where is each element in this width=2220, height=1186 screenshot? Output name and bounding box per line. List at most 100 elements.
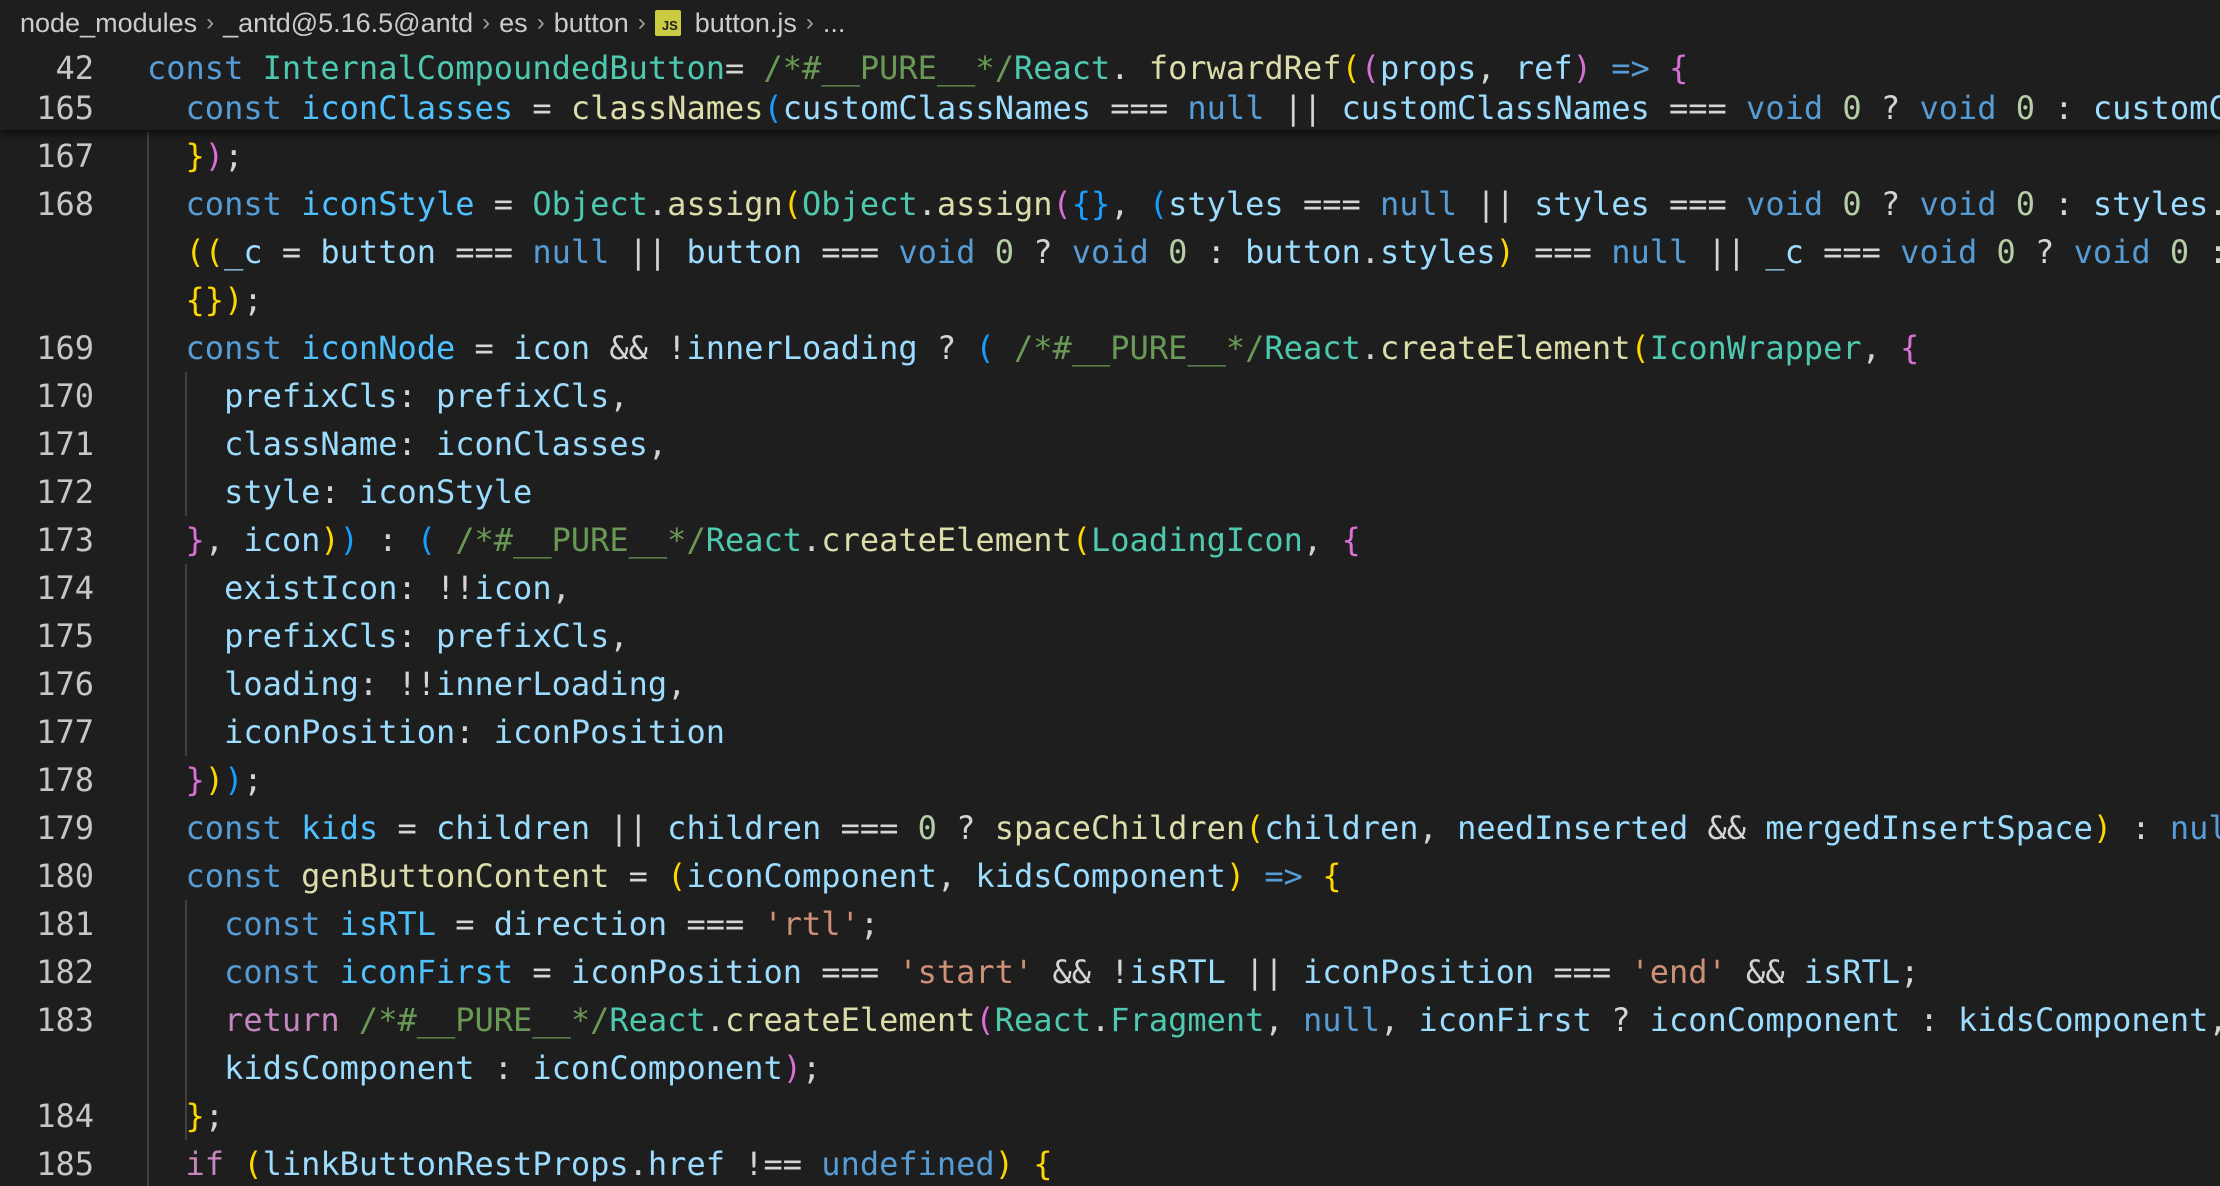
code-token: children (667, 809, 822, 847)
line-number: 178 (36, 761, 94, 799)
code-token: ) (320, 521, 340, 559)
code-line[interactable]: 179 const kids = children || children ==… (0, 804, 2220, 852)
code-token: { (1668, 49, 1689, 87)
code-token: , (609, 617, 629, 655)
code-token: . (802, 521, 822, 559)
code-token: : (1900, 1001, 1958, 1039)
code-token: null (1302, 1001, 1380, 1039)
code-line[interactable]: 183 return /*#__PURE__*/React.createElem… (0, 996, 2220, 1044)
code-line[interactable]: 42 const InternalCompoundedButton= /*#__P… (0, 48, 2220, 88)
code-token: innerLoading (435, 665, 668, 703)
code-token: createElement (724, 1001, 976, 1039)
code-token: && ! (590, 329, 687, 367)
breadcrumb-item[interactable]: button (554, 8, 629, 39)
code-token: : (2112, 809, 2170, 847)
code-token: 0 (1168, 233, 1188, 271)
code-line[interactable]: 172 style: iconStyle (0, 468, 2220, 516)
code-token: void (1746, 89, 1843, 127)
code-token: : (397, 425, 436, 463)
code-line[interactable]: 184 }; (0, 1092, 2220, 1140)
code-text: style: iconStyle (147, 468, 532, 516)
code-token: || (1457, 185, 1535, 223)
code-token: kidsComponent (1957, 1001, 2209, 1039)
line-number: 168 (36, 185, 94, 223)
code-token: ? (1861, 89, 1920, 127)
code-line[interactable]: {}); (0, 276, 2220, 324)
code-token: _c (224, 233, 263, 271)
code-line[interactable]: 176 loading: !!innerLoading, (0, 660, 2220, 708)
code-line[interactable]: 180 const genButtonContent = (iconCompon… (0, 852, 2220, 900)
code-token: ? (1861, 185, 1920, 223)
code-text: loading: !!innerLoading, (147, 660, 686, 708)
code-token: === (435, 233, 533, 271)
chevron-right-icon: › (482, 9, 491, 36)
code-token: loading (224, 665, 359, 703)
code-token: createElement (821, 521, 1072, 559)
code-token: void (1900, 233, 1997, 271)
code-text: prefixCls: prefixCls, (147, 372, 629, 420)
code-editor[interactable]: 42 const InternalCompoundedButton= /*#__P… (0, 48, 2220, 1186)
code-line[interactable]: 168 const iconStyle = Object.assign(Obje… (0, 180, 2220, 228)
code-token: ) (994, 1145, 1014, 1183)
code-line[interactable]: 170 prefixCls: prefixCls, (0, 372, 2220, 420)
code-line[interactable]: 165 const iconClasses = classNames(custo… (0, 88, 2220, 128)
code-token: . (2208, 185, 2220, 223)
breadcrumb-item[interactable]: button.js (695, 8, 797, 39)
javascript-file-icon: JS (654, 10, 681, 36)
code-line[interactable]: 171 className: iconClasses, (0, 420, 2220, 468)
line-number: 42 (55, 49, 94, 87)
line-number: 174 (36, 569, 94, 607)
code-token: , (1380, 1001, 1419, 1039)
code-token: ref (1514, 49, 1573, 87)
code-token: } (185, 761, 205, 799)
code-token: : (358, 521, 417, 559)
code-token: === (1649, 89, 1747, 127)
code-token: === (1091, 89, 1188, 127)
breadcrumb-item[interactable]: node_modules (20, 8, 197, 39)
line-number: 170 (36, 377, 94, 415)
code-line[interactable]: 185 if (linkButtonRestProps.href !== und… (0, 1140, 2220, 1186)
code-line[interactable]: ((_c = button === null || button === voi… (0, 228, 2220, 276)
code-line[interactable]: 181 const isRTL = direction === 'rtl'; (0, 900, 2220, 948)
code-line[interactable]: 175 prefixCls: prefixCls, (0, 612, 2220, 660)
line-number: 176 (36, 665, 94, 703)
code-line[interactable]: 173 }, icon)) : ( /*#__PURE__*/React.cre… (0, 516, 2220, 564)
code-token: props (1380, 49, 1477, 87)
code-token: iconStyle (358, 473, 533, 511)
code-text: const InternalCompoundedButton= /*#__PUR… (147, 48, 1688, 88)
code-token: ; (859, 905, 880, 943)
code-token: void (898, 233, 995, 271)
code-line[interactable]: 177 iconPosition: iconPosition (0, 708, 2220, 756)
code-token: React (1264, 329, 1361, 367)
code-token: ( (975, 1001, 995, 1039)
code-line[interactable]: 174 existIcon: !!icon, (0, 564, 2220, 612)
code-text: ((_c = button === null || button === voi… (147, 228, 2220, 276)
chevron-right-icon: › (637, 9, 646, 36)
code-token: iconPosition (493, 713, 725, 751)
code-token: = (609, 857, 668, 895)
code-token: styles (2092, 185, 2209, 223)
code-token: === (1803, 233, 1901, 271)
code-token: , (1110, 185, 1149, 223)
code-line[interactable]: 169 const iconNode = icon && !innerLoadi… (0, 324, 2220, 372)
code-line[interactable]: 178 })); (0, 756, 2220, 804)
sticky-scroll-header[interactable]: 42 const InternalCompoundedButton= /*#__P… (0, 48, 2220, 130)
code-token: : (1187, 233, 1246, 271)
code-text: return /*#__PURE__*/React.createElement(… (147, 996, 2220, 1044)
code-token: ) (224, 281, 244, 319)
code-text: const iconNode = icon && !innerLoading ?… (147, 324, 1920, 372)
indent-guide (147, 132, 149, 1186)
code-token: && (1726, 953, 1804, 991)
code-line[interactable]: 182 const iconFirst = iconPosition === '… (0, 948, 2220, 996)
breadcrumb-item[interactable]: ... (823, 8, 846, 39)
code-line[interactable]: 167 }); (0, 132, 2220, 180)
code-line[interactable]: kidsComponent : iconComponent); (0, 1044, 2220, 1092)
breadcrumb-item[interactable]: _antd@5.16.5@antd (223, 8, 473, 39)
code-token: ; (243, 281, 263, 319)
breadcrumb-item[interactable]: es (499, 8, 528, 39)
code-token: = (474, 185, 533, 223)
code-token: ) (1495, 233, 1515, 271)
code-token: === (1649, 185, 1747, 223)
